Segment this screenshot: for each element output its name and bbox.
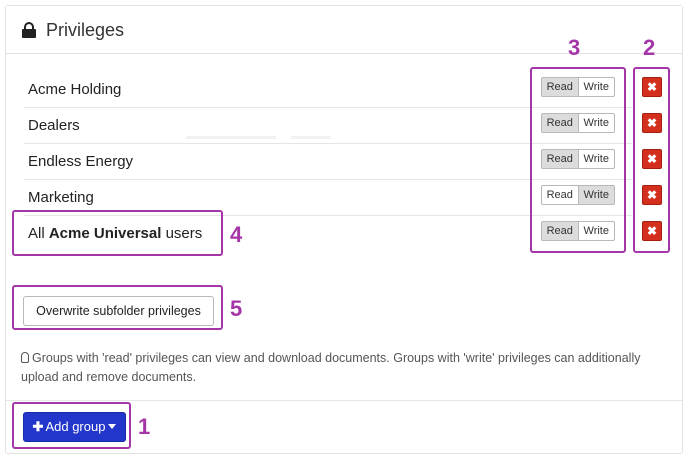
group-name: Endless Energy <box>28 153 134 170</box>
hint-text: Groups with 'read' privileges can view a… <box>21 351 641 384</box>
highlight-box-3 <box>530 67 626 253</box>
annotation-marker-2: 2 <box>643 35 656 60</box>
annotation-marker-1: 1 <box>138 414 151 439</box>
panel-header: Privileges <box>6 6 682 54</box>
highlight-box-2 <box>633 67 670 253</box>
highlight-box-4 <box>12 210 223 256</box>
annotation-marker-3: 3 <box>568 35 581 60</box>
highlight-box-5 <box>12 285 223 330</box>
annotation-marker-4: 4 <box>230 222 243 247</box>
group-name: Dealers <box>28 117 80 134</box>
lock-icon <box>22 22 36 38</box>
lightbulb-icon <box>21 352 29 363</box>
page-title: Privileges <box>46 20 125 40</box>
group-name: Acme Holding <box>28 81 122 98</box>
group-name: Marketing <box>28 189 94 206</box>
footer-divider <box>6 400 682 401</box>
highlight-box-1 <box>12 402 131 449</box>
annotation-marker-5: 5 <box>230 296 243 321</box>
